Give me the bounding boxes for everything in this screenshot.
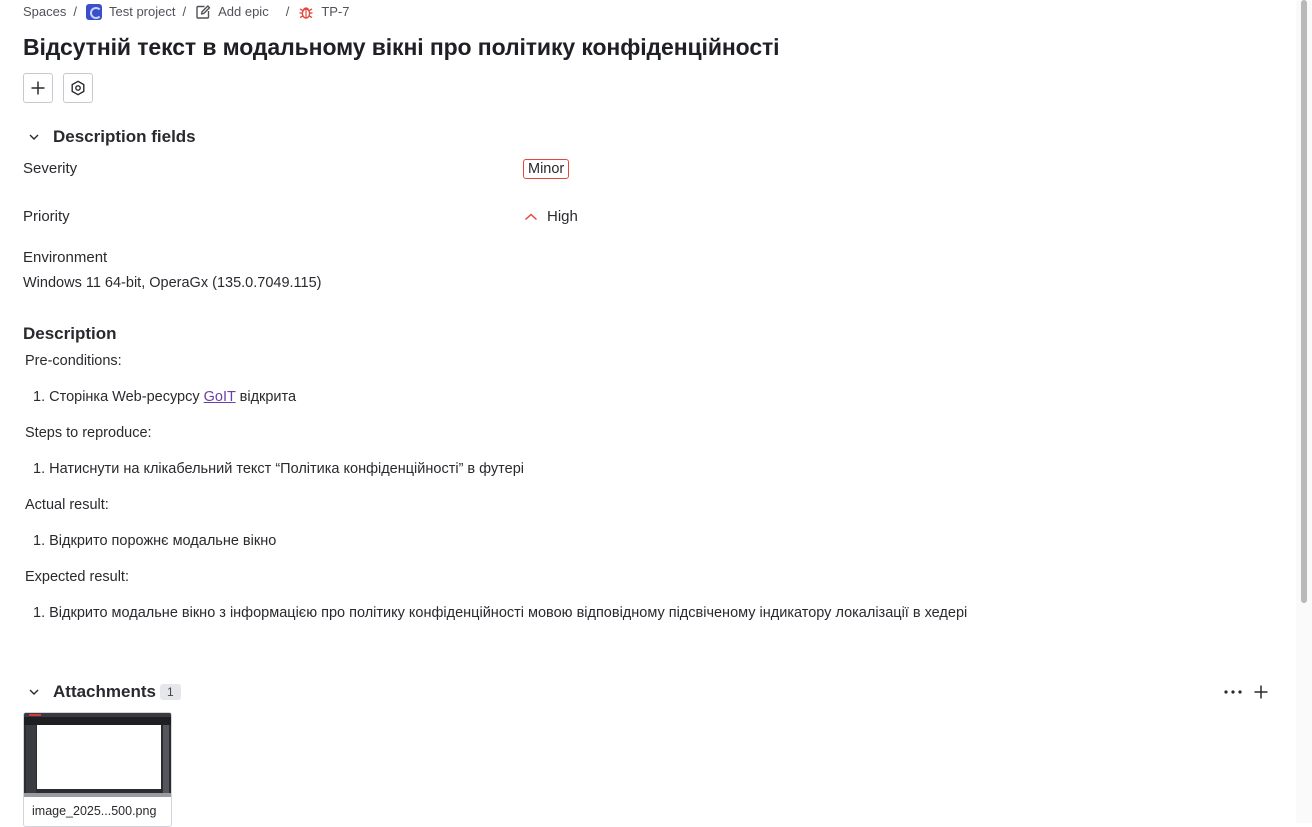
description-fields-section-header[interactable]: Description fields bbox=[25, 126, 196, 148]
preconditions-label: Pre-conditions: bbox=[25, 353, 122, 369]
priority-value-label: High bbox=[547, 208, 578, 225]
plus-icon bbox=[31, 81, 45, 95]
breadcrumb-separator: / bbox=[73, 4, 77, 19]
chevron-down-icon[interactable] bbox=[25, 686, 43, 698]
breadcrumb-separator: / bbox=[182, 4, 187, 19]
actual-result-label: Actual result: bbox=[25, 497, 109, 513]
steps-label: Steps to reproduce: bbox=[25, 425, 152, 441]
description-title: Description bbox=[23, 324, 117, 343]
chevron-down-icon[interactable] bbox=[25, 131, 43, 143]
expected-result-label: Expected result: bbox=[25, 569, 129, 585]
bug-icon bbox=[299, 6, 313, 19]
priority-label: Priority bbox=[23, 208, 70, 225]
breadcrumb-issue[interactable]: TP-7 bbox=[298, 4, 350, 20]
breadcrumb-add-epic[interactable]: Add epic bbox=[195, 4, 269, 20]
list-item-number: 1. bbox=[33, 389, 46, 405]
breadcrumb: Spaces / Test project / Add epic / TP-7 bbox=[23, 3, 350, 20]
add-button[interactable] bbox=[23, 73, 53, 103]
scrollbar[interactable] bbox=[1296, 0, 1312, 823]
list-item-number: 1. bbox=[33, 461, 46, 477]
attachments-count-badge: 1 bbox=[159, 684, 181, 700]
environment-label: Environment bbox=[23, 249, 108, 266]
list-item: 1. Відкрито порожнє модальне вікно bbox=[33, 533, 276, 549]
breadcrumb-project-label[interactable]: Test project bbox=[109, 4, 175, 19]
project-icon bbox=[86, 3, 102, 20]
list-item: 1. Натиснути на клікабельний текст “Полі… bbox=[33, 461, 524, 477]
breadcrumb-spaces[interactable]: Spaces bbox=[23, 4, 66, 19]
breadcrumb-project[interactable]: Test project bbox=[86, 3, 175, 20]
list-item-number: 1. bbox=[33, 605, 46, 621]
list-item-number: 1. bbox=[33, 533, 46, 549]
description-fields-title: Description fields bbox=[53, 127, 196, 146]
severity-badge[interactable]: Minor bbox=[523, 159, 570, 179]
pencil-icon bbox=[196, 4, 211, 19]
apps-button[interactable] bbox=[63, 73, 93, 103]
attachment-filename[interactable]: image_2025...500.png bbox=[32, 804, 156, 818]
description-section-header: Description bbox=[23, 323, 117, 345]
attachments-title: Attachments bbox=[53, 682, 156, 701]
plus-icon bbox=[1254, 685, 1268, 699]
list-item-text: Відкрито модальне вікно з інформацією пр… bbox=[49, 605, 968, 621]
more-horizontal-icon bbox=[1224, 690, 1242, 694]
add-attachment-button[interactable] bbox=[1251, 682, 1271, 702]
breadcrumb-issue-key[interactable]: TP-7 bbox=[321, 4, 349, 19]
more-actions-button[interactable] bbox=[1223, 682, 1243, 702]
list-item-text: Відкрито порожнє модальне вікно bbox=[49, 533, 277, 549]
attachments-section-header[interactable]: Attachments 1 bbox=[25, 681, 181, 703]
goit-link[interactable]: GoIT bbox=[204, 389, 236, 405]
priority-high-icon bbox=[524, 212, 538, 220]
list-item-text: Натиснути на клікабельний текст “Політик… bbox=[49, 461, 524, 477]
environment-value[interactable]: Windows 11 64-bit, OperaGx (135.0.7049.1… bbox=[23, 275, 322, 291]
list-item-text: відкрита bbox=[235, 389, 297, 405]
scrollbar-thumb[interactable] bbox=[1301, 0, 1307, 603]
attachment-card[interactable]: image_2025...500.png bbox=[23, 712, 172, 827]
issue-title[interactable]: Відсутній текст в модальному вікні про п… bbox=[23, 34, 780, 61]
priority-value[interactable]: High bbox=[523, 208, 578, 225]
breadcrumb-separator: / bbox=[285, 4, 290, 19]
list-item-text: Сторінка Web-ресурсу bbox=[49, 389, 204, 405]
breadcrumb-add-epic-label[interactable]: Add epic bbox=[218, 4, 269, 19]
list-item: 1. Відкрито модальне вікно з інформацією… bbox=[33, 605, 967, 621]
severity-label: Severity bbox=[23, 160, 78, 177]
breadcrumb-spaces-label[interactable]: Spaces bbox=[23, 4, 66, 19]
list-item: 1. Сторінка Web-ресурсу GoIT відкрита bbox=[33, 389, 296, 405]
gear-icon bbox=[71, 80, 85, 96]
attachment-thumbnail[interactable] bbox=[24, 713, 171, 797]
